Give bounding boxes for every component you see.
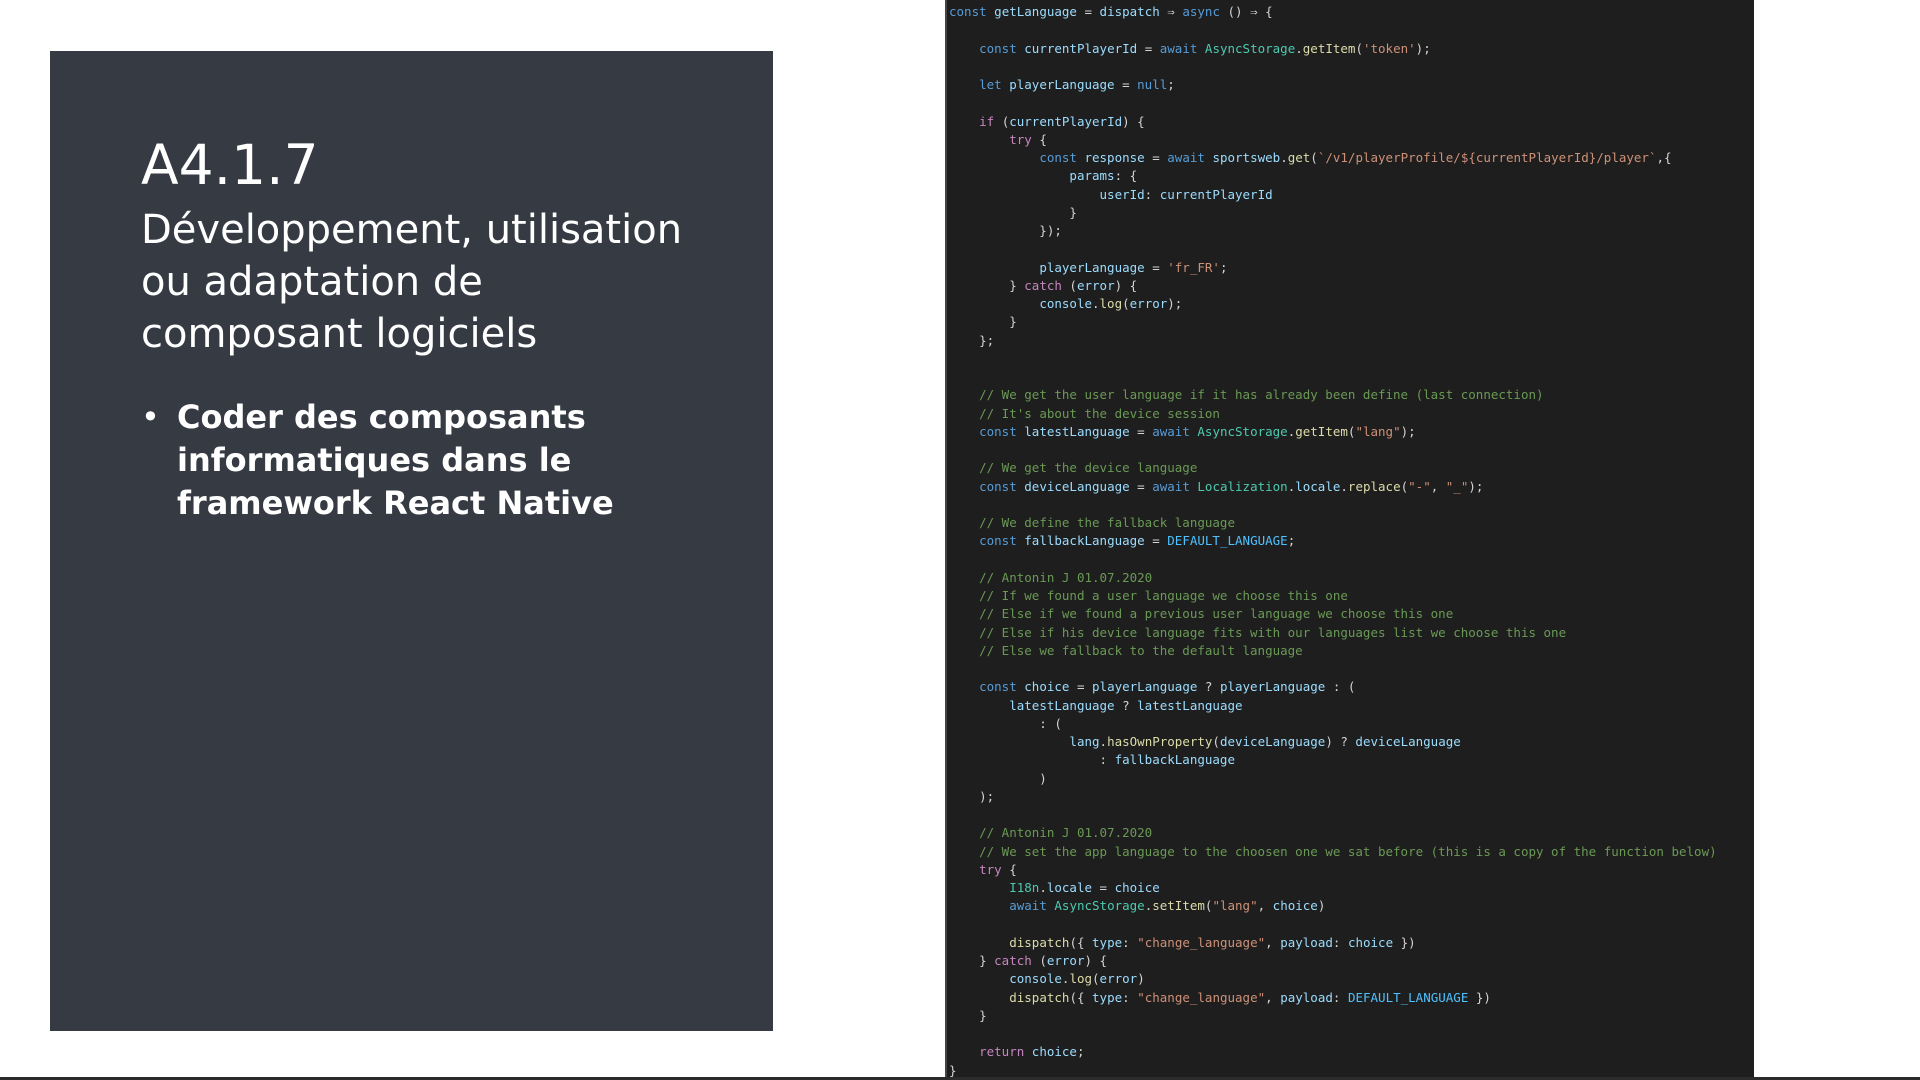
- code-line: dispatch({ type: "change_language", payl…: [1009, 989, 1491, 1005]
- code-line: : fallbackLanguage: [949, 752, 1236, 768]
- code-line: await AsyncStorage.setItem("lang", choic…: [1009, 898, 1326, 914]
- code-line: return choice;: [979, 1044, 1085, 1060]
- code-line: playerLanguage = 'fr_FR';: [1039, 259, 1228, 275]
- code-line: // Else if we found a previous user lang…: [979, 606, 1454, 622]
- code-line: };: [949, 332, 995, 348]
- code-line: ): [949, 770, 1047, 786]
- code-screenshot-panel: const getLanguage = dispatch ⇒ async () …: [945, 0, 1754, 1080]
- code-line: dispatch({ type: "change_language", payl…: [1009, 934, 1416, 950]
- code-line: });: [949, 223, 1062, 238]
- code-line: I18n.locale = choice: [1009, 880, 1160, 895]
- code-line: // Antonin J 01.07.2020: [979, 569, 1153, 585]
- code-line: const deviceLanguage = await Localizatio…: [979, 478, 1484, 494]
- code-line: // We get the user language if it has al…: [979, 387, 1544, 403]
- code-lines: const getLanguage = dispatch ⇒ async () …: [947, 3, 1754, 1080]
- slide-code-label: A4.1.7: [141, 133, 319, 197]
- code-line: // It's about the device session: [979, 405, 1220, 421]
- code-line: // Antonin J 01.07.2020: [979, 825, 1153, 841]
- code-line: const choice = playerLanguage ? playerLa…: [979, 679, 1356, 695]
- code-line: } catch (error) {: [949, 277, 1138, 293]
- slide-panel: [50, 51, 773, 1031]
- code-line: latestLanguage ? latestLanguage: [1009, 697, 1243, 713]
- code-line: const latestLanguage = await AsyncStorag…: [979, 423, 1416, 439]
- code-line: }: [949, 204, 1077, 220]
- code-line: console.log(error): [1009, 971, 1145, 987]
- code-line: params: {: [1069, 168, 1138, 184]
- bullet-dot-icon: •: [141, 398, 160, 436]
- code-line: try {: [1009, 131, 1047, 147]
- code-line: userId: currentPlayerId: [1099, 186, 1273, 202]
- code-line: const getLanguage = dispatch ⇒ async () …: [949, 4, 1273, 19]
- code-line: // Else if his device language fits with…: [979, 624, 1567, 640]
- code-line: const response = await sportsweb.get(`/v…: [1039, 150, 1672, 165]
- code-line: }: [949, 314, 1017, 330]
- code-line: console.log(error);: [1039, 296, 1183, 311]
- slide-bullet-text: Coder des composants informatiques dans …: [177, 398, 614, 522]
- code-line: if (currentPlayerId) {: [979, 113, 1145, 129]
- code-line: try {: [979, 861, 1017, 877]
- slide-heading: Développement, utilisation ou adaptation…: [141, 207, 683, 357]
- code-line: // We set the app language to the choose…: [979, 843, 1717, 859]
- code-line: // We get the device language: [979, 460, 1198, 476]
- code-line: );: [949, 788, 995, 804]
- code-line: : (: [949, 715, 1062, 731]
- code-line: let playerLanguage = null;: [979, 77, 1175, 92]
- code-line: // We define the fallback language: [979, 515, 1235, 530]
- code-line: // If we found a user language we choose…: [979, 588, 1348, 603]
- code-line: // Else we fallback to the default langu…: [979, 642, 1303, 658]
- slide-bullet-item: • Coder des composants informatiques dan…: [141, 396, 701, 525]
- code-line: const fallbackLanguage = DEFAULT_LANGUAG…: [979, 533, 1296, 549]
- code-line: }: [949, 1007, 987, 1023]
- code-line: lang.hasOwnProperty(deviceLanguage) ? de…: [1069, 734, 1461, 749]
- code-line: } catch (error) {: [949, 953, 1108, 968]
- code-line: const currentPlayerId = await AsyncStora…: [979, 40, 1431, 56]
